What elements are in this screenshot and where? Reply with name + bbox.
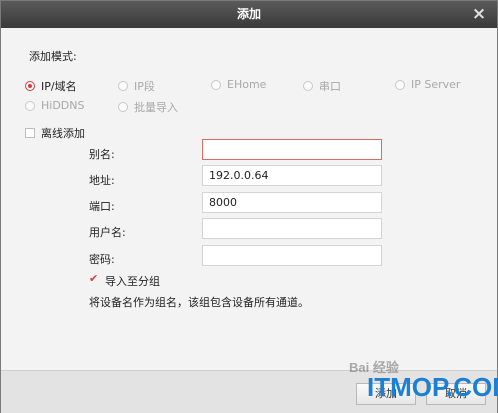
port-label: 端口: [89,200,115,213]
password-label: 密码: [89,253,115,266]
radio-selected-icon [25,81,35,91]
username-label: 用户名: [89,226,126,239]
radio-batch-import[interactable]: 批量导入 [118,99,178,115]
username-input[interactable] [202,218,382,239]
import-group-checkbox[interactable]: 导入至分组 [89,272,160,289]
radio-ehome-label: EHome [227,78,267,91]
radio-hiddns-label: HiDDNS [41,99,85,112]
radio-unselected-icon [118,81,128,91]
alias-input[interactable] [202,139,382,160]
offline-add-checkbox[interactable]: 离线添加 [25,125,85,141]
import-group-label: 导入至分组 [105,275,160,288]
dialog-title: 添加 [236,7,261,21]
add-mode-label: 添加模式: [29,50,77,63]
port-input[interactable]: 8000 [202,192,382,213]
radio-ip-domain[interactable]: IP/域名 [25,78,77,94]
password-input[interactable] [202,245,382,266]
radio-serial-label: 串口 [319,80,341,93]
site-watermark: ITMOP.COM [367,372,498,402]
radio-ip-range-label: IP段 [134,80,155,93]
radio-ip-domain-label: IP/域名 [41,80,77,93]
offline-add-label: 离线添加 [41,127,85,140]
radio-unselected-icon [395,79,405,90]
checkbox-unchecked-icon [25,128,35,138]
alias-label: 别名: [89,148,115,161]
close-icon[interactable]: × [471,1,487,28]
group-note: 将设备名作为组名，该组包含设备所有通道。 [89,296,309,309]
radio-unselected-icon [303,81,313,91]
radio-unselected-icon [118,102,128,112]
radio-batch-import-label: 批量导入 [134,101,178,114]
dialog-titlebar: 添加 × [1,1,497,28]
radio-hiddns[interactable]: HiDDNS [25,99,84,112]
add-device-dialog: 添加 × 添加模式: IP/域名 IP段 EHome 串口 IP Server … [0,0,498,413]
radio-unselected-icon [211,79,221,90]
address-input[interactable]: 192.0.0.64 [202,165,382,186]
radio-unselected-icon [25,100,35,111]
radio-ehome[interactable]: EHome [211,78,266,91]
checkmark-icon [89,272,99,286]
radio-serial[interactable]: 串口 [303,78,341,94]
radio-ip-server[interactable]: IP Server [395,78,460,91]
radio-ip-server-label: IP Server [411,78,461,91]
address-label: 地址: [89,174,115,187]
radio-ip-range[interactable]: IP段 [118,78,155,94]
